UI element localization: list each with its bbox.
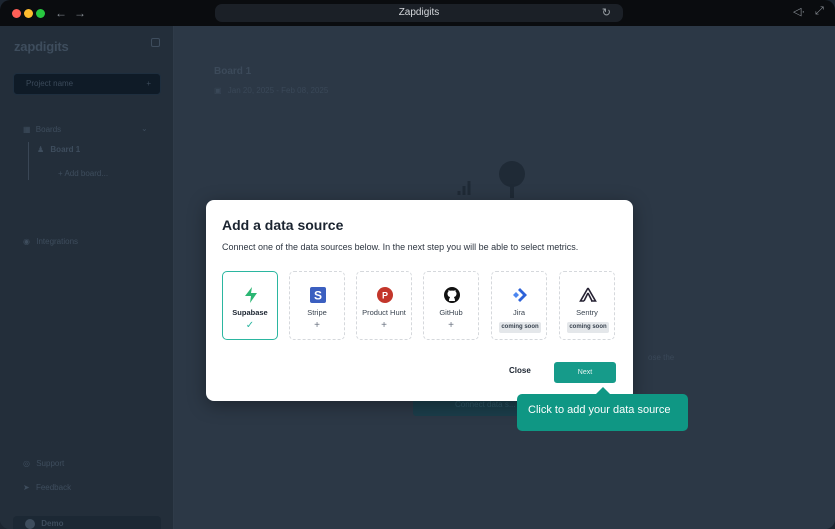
coming-soon-badge: coming soon [567,322,609,333]
sentry-icon [579,287,597,302]
send-icon: ➤ [23,483,30,492]
tooltip-arrow [596,387,610,394]
source-card-stripe[interactable]: S Stripe + [289,271,345,340]
sidebar: zapdigits Project name + ▦ Boards ⌄ ♟ Bo… [0,26,174,529]
support-label: Support [36,459,65,468]
supabase-icon [245,287,257,303]
source-name: Stripe [307,308,327,317]
check-icon: ✓ [245,320,255,331]
add-data-source-modal: Add a data source Connect one of the dat… [206,200,633,401]
feedback-label: Feedback [35,483,72,492]
source-card-product-hunt[interactable]: P Product Hunt + [356,271,412,340]
source-name: Jira [512,308,526,317]
plus-icon: + [314,320,320,331]
onboarding-tooltip: Click to add your data source [517,387,688,431]
date-range-label: Jan 20, 2025 - Feb 08, 2025 [227,86,329,95]
app-window: ← → Zapdigits ↻ ◁· ⤢ zapdigits Project n… [0,0,835,529]
minimize-window-icon[interactable] [24,9,33,18]
coming-soon-badge: coming soon [499,322,541,333]
integrations-icon: ◉ [23,237,30,246]
forward-arrow-icon[interactable]: → [74,5,86,21]
product-hunt-icon: P [377,287,393,303]
grid-icon: ▦ [23,125,31,134]
source-card-sentry[interactable]: Sentry coming soon [559,271,615,340]
board-title: Board 1 [214,66,252,77]
sidebar-item-support[interactable]: ◎ Support [23,459,64,468]
tooltip-text: Click to add your data source [528,404,671,416]
empty-state-text: ose the [648,353,675,362]
avatar [25,518,35,529]
signal-icon [457,181,471,195]
close-button[interactable]: Close [509,366,531,375]
chevron-down-icon[interactable]: ⌄ [141,124,148,133]
fullscreen-icon[interactable]: ⤢ [815,5,824,18]
jira-icon [513,288,527,302]
board-1-label: Board 1 [50,145,81,154]
next-button[interactable]: Next [554,362,616,383]
collapse-sidebar-icon[interactable] [151,38,160,47]
back-arrow-icon[interactable]: ← [55,5,67,21]
source-name: Sentry [576,308,598,317]
logo: zapdigits [14,39,69,54]
integrations-label: Integrations [36,237,79,246]
sidebar-item-boards[interactable]: ▦ Boards [23,125,61,134]
project-name-field[interactable]: Project name + [13,73,161,95]
source-card-jira[interactable]: Jira coming soon [491,271,547,340]
source-name: Supabase [232,308,268,317]
page-title: Zapdigits [398,7,440,18]
github-icon [444,287,460,303]
date-range[interactable]: ▣ Jan 20, 2025 - Feb 08, 2025 [214,86,328,95]
modal-subtitle: Connect one of the data sources below. I… [222,242,579,252]
boards-label: Boards [35,125,62,134]
add-project-icon[interactable]: + [146,74,151,94]
plus-icon: + [381,320,387,331]
address-bar[interactable]: Zapdigits ↻ [215,4,623,22]
svg-text:S: S [314,289,322,303]
calendar-icon: ▣ [214,86,222,95]
empty-state-illustration [499,161,525,198]
stripe-icon: S [310,287,326,303]
project-name-placeholder: Project name [26,79,74,88]
user-menu[interactable]: Demo [13,516,161,529]
sidebar-item-board-1[interactable]: ♟ Board 1 [37,145,80,154]
sidebar-item-feedback[interactable]: ➤ Feedback [23,483,71,492]
browser-titlebar: ← → Zapdigits ↻ ◁· ⤢ [0,0,835,26]
source-name: Product Hunt [362,308,406,317]
source-card-supabase[interactable]: Supabase ✓ [222,271,278,340]
modal-title: Add a data source [222,217,344,233]
maximize-window-icon[interactable] [36,9,45,18]
plus-icon: + [448,320,454,331]
svg-text:P: P [382,291,388,301]
tree-line [28,142,29,180]
sidebar-item-integrations[interactable]: ◉ Integrations [23,237,78,246]
help-icon: ◎ [23,459,30,468]
add-board-link[interactable]: + Add board... [58,169,108,178]
user-name: Demo [41,519,64,528]
sound-icon[interactable]: ◁· [793,5,805,18]
reload-icon[interactable]: ↻ [602,4,611,22]
source-card-github[interactable]: GitHub + [423,271,479,340]
user-icon: ♟ [37,145,45,154]
close-window-icon[interactable] [12,9,21,18]
source-name: GitHub [439,308,463,317]
